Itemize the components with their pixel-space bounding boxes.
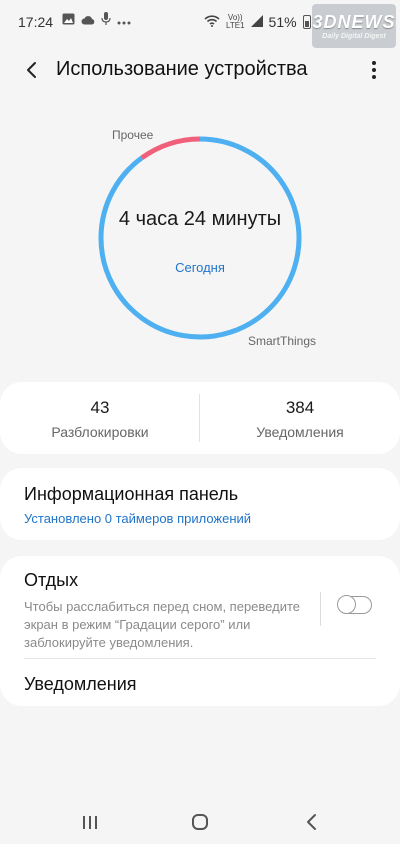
- cloud-icon: [81, 13, 95, 28]
- more-icon: [117, 13, 131, 28]
- back-button[interactable]: [18, 56, 46, 84]
- dot-icon: [372, 61, 376, 65]
- back-icon: [307, 814, 316, 830]
- ring-segment-прочее: [140, 136, 201, 160]
- dashboard-subtitle: Установлено 0 таймеров приложений: [24, 511, 252, 526]
- usage-ring: [98, 136, 302, 340]
- wind-down-card: Отдых Чтобы расслабиться перед сном, пер…: [0, 556, 400, 706]
- notifications-row[interactable]: Уведомления: [0, 659, 400, 706]
- nav-back-button[interactable]: [298, 810, 326, 834]
- dashboard-card[interactable]: Информационная панель Установлено 0 тайм…: [0, 468, 400, 540]
- lte-label: LTE1: [226, 21, 245, 30]
- usage-total-text: 4 часа 24 минуты: [118, 208, 282, 230]
- logo-sub-text: Daily Digital Digest: [322, 33, 386, 40]
- navigation-bar: [0, 800, 400, 844]
- battery-icon: [302, 15, 311, 29]
- wifi-icon: [204, 14, 220, 30]
- dashboard-title: Информационная панель: [24, 484, 239, 504]
- notifications-title: Уведомления: [24, 674, 137, 694]
- system-status: Vo)) LTE1 51%: [204, 14, 311, 30]
- app-bar: Использование устройства: [0, 48, 400, 92]
- usage-period: Сегодня: [175, 260, 225, 275]
- notifications-count: 384: [285, 398, 315, 417]
- network-type: Vo)) LTE1: [226, 14, 245, 30]
- status-bar: 17:24 Vo)) LTE1 51% 3DNEWS Daily Digital…: [0, 0, 400, 48]
- battery-percent: 51%: [268, 14, 297, 30]
- more-options-button[interactable]: [366, 56, 382, 84]
- logo-main-text: 3DNEWS: [312, 12, 396, 32]
- dot-icon: [372, 68, 376, 72]
- site-logo: 3DNEWS Daily Digital Digest: [312, 4, 396, 48]
- signal-icon: [250, 14, 263, 30]
- toggle-divider: [320, 592, 321, 626]
- unlocks-stat[interactable]: 43 Разблокировки: [0, 398, 200, 440]
- ring-segment-smartthings: [98, 136, 302, 340]
- wind-down-toggle[interactable]: [337, 595, 372, 614]
- notifications-label: Уведомления: [256, 424, 344, 440]
- page-title: Использование устройства: [56, 58, 308, 80]
- toggle-knob: [337, 595, 356, 614]
- status-time: 17:24: [18, 14, 54, 30]
- notification-icons: [62, 12, 131, 28]
- chevron-left-icon: [27, 62, 36, 78]
- stats-card: 43 Разблокировки 384 Уведомления: [0, 382, 400, 454]
- usage-total-time: 4 часа 24 минуты: [80, 206, 320, 232]
- dot-icon: [372, 75, 376, 79]
- image-icon: [62, 13, 75, 28]
- unlocks-label: Разблокировки: [51, 424, 149, 440]
- recent-apps-button[interactable]: [76, 810, 104, 834]
- mic-icon: [101, 12, 111, 28]
- wind-down-title[interactable]: Отдых: [24, 570, 78, 591]
- unlocks-count: 43: [90, 398, 110, 417]
- wind-down-description: Чтобы расслабиться перед сном, переведит…: [24, 599, 300, 650]
- home-icon: [192, 814, 208, 830]
- chart-label-smartthings: SmartThings: [248, 334, 317, 348]
- home-button[interactable]: [186, 810, 214, 834]
- recent-apps-icon: [83, 816, 97, 829]
- usage-donut-chart[interactable]: 4 часа 24 минуты Сегодня: [80, 118, 320, 358]
- notifications-stat[interactable]: 384 Уведомления: [200, 398, 400, 440]
